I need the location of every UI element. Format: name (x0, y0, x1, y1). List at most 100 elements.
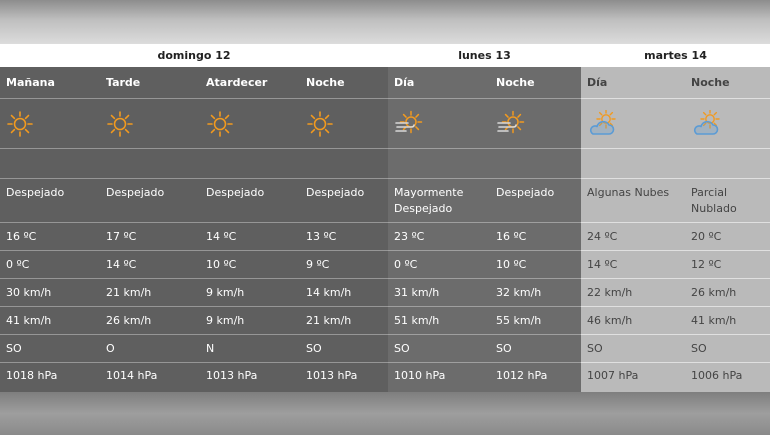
wind-speed: 30 km/h (0, 278, 100, 306)
pressure: 1014 hPa (100, 362, 200, 392)
forecast-column: Noche Parcial Nublado 20 ºC 12 ºC 26 km/h 41… (685, 67, 770, 392)
forecast-column: Noche Despejado 16 ºC 10 ºC 32 km/h 55 km/h S… (490, 67, 581, 392)
blank-cell (685, 148, 770, 178)
day-header-lunes: lunes 13 (458, 49, 511, 62)
temp-min: 12 ºC (685, 250, 770, 278)
pressure: 1010 hPa (388, 362, 490, 392)
temp-max: 24 ºC (581, 222, 685, 250)
period-label: Atardecer (206, 76, 268, 89)
wind-speed: 26 km/h (685, 278, 770, 306)
pressure: 1018 hPa (0, 362, 100, 392)
wind-speed: 31 km/h (388, 278, 490, 306)
sun-icon (6, 110, 34, 138)
pressure: 1013 hPa (200, 362, 300, 392)
condition-text: Mayormente Despejado (388, 178, 490, 222)
background-bottom (0, 392, 770, 435)
temp-min: 0 ºC (0, 250, 100, 278)
condition-text: Despejado (200, 178, 300, 222)
wind-speed: 22 km/h (581, 278, 685, 306)
pressure: 1007 hPa (581, 362, 685, 392)
temp-min: 9 ºC (300, 250, 388, 278)
temp-max: 17 ºC (100, 222, 200, 250)
blank-cell (100, 148, 200, 178)
temp-min: 14 ºC (100, 250, 200, 278)
period-label: Noche (691, 76, 730, 89)
day-header-domingo: domingo 12 (157, 49, 231, 62)
sun-wind-icon (394, 110, 424, 138)
condition-text: Despejado (100, 178, 200, 222)
temp-max: 16 ºC (0, 222, 100, 250)
wind-gust: 55 km/h (490, 306, 581, 334)
sun-wind-icon (496, 110, 526, 138)
period-label: Día (394, 76, 415, 89)
temp-min: 14 ºC (581, 250, 685, 278)
icon-cell (300, 98, 388, 148)
blank-cell (300, 148, 388, 178)
wind-gust: 46 km/h (581, 306, 685, 334)
icon-cell (200, 98, 300, 148)
sun-icon (206, 110, 234, 138)
period-label: Día (587, 76, 608, 89)
forecast-column: Día Mayormente Despejado 23 ºC 0 ºC 31 km/h… (388, 67, 490, 392)
condition-text: Despejado (490, 178, 581, 222)
icon-cell (0, 98, 100, 148)
wind-direction: SO (685, 334, 770, 362)
wind-direction: N (200, 334, 300, 362)
temp-max: 13 ºC (300, 222, 388, 250)
wind-direction: SO (490, 334, 581, 362)
pressure: 1013 hPa (300, 362, 388, 392)
period-label: Mañana (6, 76, 55, 89)
background-top (0, 0, 770, 44)
condition-text: Despejado (0, 178, 100, 222)
icon-cell (581, 98, 685, 148)
blank-cell (490, 148, 581, 178)
temp-max: 23 ºC (388, 222, 490, 250)
period-label: Noche (306, 76, 345, 89)
wind-gust: 41 km/h (685, 306, 770, 334)
blank-cell (388, 148, 490, 178)
forecast-column: Mañana Despejado 16 ºC 0 ºC 30 km/h 41 km/h SO… (0, 67, 100, 392)
sun-cloud-icon (587, 109, 619, 138)
temp-max: 16 ºC (490, 222, 581, 250)
blank-cell (0, 148, 100, 178)
wind-direction: SO (581, 334, 685, 362)
wind-speed: 14 km/h (300, 278, 388, 306)
period-label: Noche (496, 76, 535, 89)
condition-text: Parcial Nublado (685, 178, 770, 222)
icon-cell (100, 98, 200, 148)
condition-text: Despejado (300, 178, 388, 222)
sun-cloud-icon (691, 109, 723, 138)
wind-gust: 21 km/h (300, 306, 388, 334)
blank-cell (200, 148, 300, 178)
day-header-row: domingo 12 lunes 13 martes 14 (0, 44, 770, 67)
forecast-column: Noche Despejado 13 ºC 9 ºC 14 km/h 21 km/h SO 1… (300, 67, 388, 392)
wind-direction: SO (300, 334, 388, 362)
period-label: Tarde (106, 76, 141, 89)
wind-gust: 9 km/h (200, 306, 300, 334)
wind-direction: O (100, 334, 200, 362)
wind-speed: 21 km/h (100, 278, 200, 306)
temp-min: 10 ºC (200, 250, 300, 278)
temp-min: 10 ºC (490, 250, 581, 278)
forecast-grid: Mañana Despejado 16 ºC 0 ºC 30 km/h 41 km/h SO… (0, 67, 770, 392)
forecast-column: Atardecer Despejado 14 ºC 10 ºC 9 km/h 9 km/h… (200, 67, 300, 392)
wind-speed: 9 km/h (200, 278, 300, 306)
forecast-column: Día Algunas Nubes 24 ºC 14 ºC 22 km/h 46 km/… (581, 67, 685, 392)
wind-gust: 41 km/h (0, 306, 100, 334)
day-header-martes: martes 14 (644, 49, 707, 62)
temp-min: 0 ºC (388, 250, 490, 278)
forecast-column: Tarde Despejado 17 ºC 14 ºC 21 km/h 26 km/h O 1… (100, 67, 200, 392)
icon-cell (490, 98, 581, 148)
sun-icon (306, 110, 334, 138)
wind-direction: SO (388, 334, 490, 362)
wind-speed: 32 km/h (490, 278, 581, 306)
icon-cell (388, 98, 490, 148)
wind-gust: 26 km/h (100, 306, 200, 334)
wind-direction: SO (0, 334, 100, 362)
blank-cell (581, 148, 685, 178)
pressure: 1012 hPa (490, 362, 581, 392)
forecast-table: domingo 12 lunes 13 martes 14 Mañana Desp… (0, 44, 770, 392)
wind-gust: 51 km/h (388, 306, 490, 334)
icon-cell (685, 98, 770, 148)
temp-max: 20 ºC (685, 222, 770, 250)
